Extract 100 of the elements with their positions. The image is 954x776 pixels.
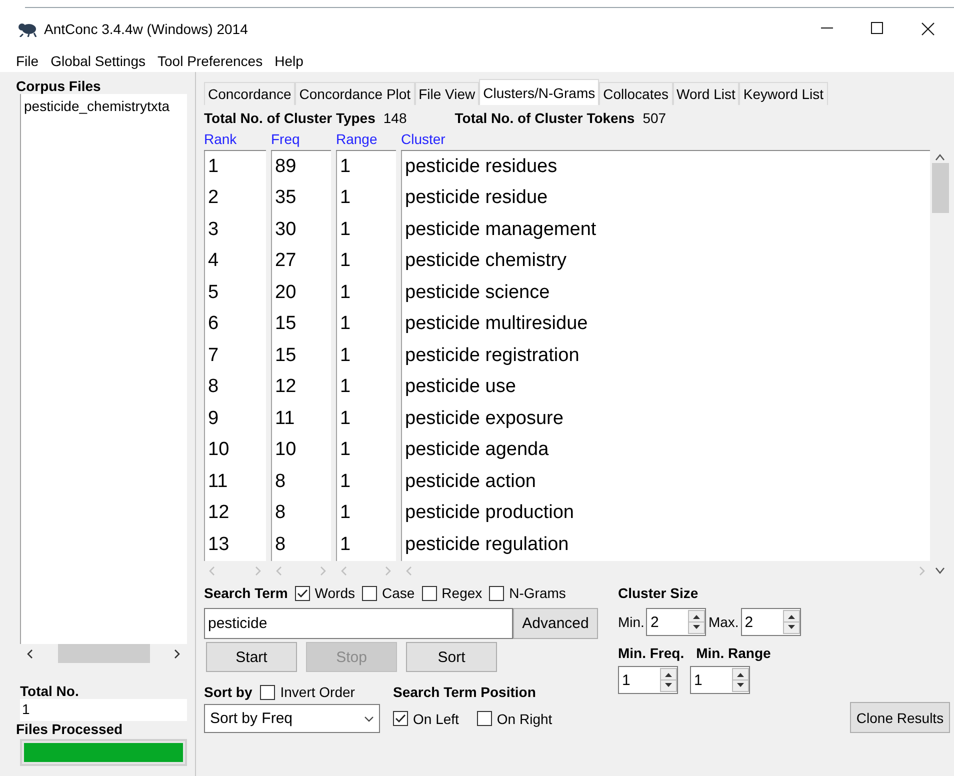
scrollbar-thumb[interactable] [932, 163, 948, 213]
tab[interactable]: File View [414, 82, 480, 105]
table-cell-text: 8 [274, 532, 287, 557]
table-cell-text: pesticide registration [404, 344, 580, 368]
spinner-arrows-icon[interactable] [732, 668, 749, 692]
dropdown-caret-icon [364, 716, 374, 722]
table-cell-text: 1 [339, 375, 352, 400]
check-icon [296, 588, 308, 598]
sort-dropdown[interactable]: Sort by Freq [204, 704, 380, 733]
checkbox[interactable] [362, 586, 377, 600]
menu-item[interactable]: File [16, 52, 39, 68]
checkbox-label[interactable]: On Left [413, 710, 459, 726]
summary-value: 148 [383, 110, 407, 126]
table-cell-text: 20 [274, 280, 298, 305]
spinner-arrows-icon[interactable] [660, 668, 677, 692]
menu-item[interactable]: Global Settings [50, 52, 146, 68]
number-spinner[interactable]: 1 [690, 666, 750, 694]
advanced-button[interactable]: Advanced [513, 608, 598, 639]
section-label: Min. Freq. [618, 645, 684, 661]
checkbox-label[interactable]: On Right [496, 710, 552, 726]
tab[interactable]: Clusters/N-Grams [479, 79, 600, 105]
tab[interactable]: Concordance [204, 82, 296, 105]
panel-title: Corpus Files [16, 78, 102, 94]
scroll-down-icon[interactable] [935, 567, 945, 575]
menu-item[interactable]: Help [274, 52, 304, 68]
number-spinner[interactable]: 2 [646, 608, 706, 636]
table-cell-text: 1 [339, 532, 352, 557]
clone-results-button[interactable]: Clone Results [850, 702, 950, 733]
tab[interactable]: Concordance Plot [295, 82, 415, 105]
table-cell-text: 1 [207, 154, 220, 179]
table-cell-text: 9 [207, 406, 220, 431]
table-cell-text: pesticide residues [404, 154, 558, 179]
table-cell-text: 8 [274, 501, 287, 526]
checkbox-label[interactable]: Case [382, 585, 415, 601]
table-cell-text: 10 [274, 438, 298, 462]
table-cell-text: 1 [339, 501, 352, 526]
table-cell-text: 11 [274, 406, 296, 431]
maximize-icon[interactable] [871, 22, 883, 34]
table-cell-text: 1 [339, 280, 352, 305]
table-cell-text: 1 [339, 249, 352, 274]
checkbox[interactable] [393, 711, 408, 726]
table-cell-text: pesticide multiresidue [404, 312, 589, 336]
table-cell-text: 1 [339, 312, 352, 336]
spinner-label: Min. [618, 614, 644, 630]
checkbox[interactable] [476, 711, 492, 726]
section-label: Search Term [204, 585, 288, 601]
window-title: AntConc 3.4.4w (Windows) 2014 [44, 20, 248, 36]
checkbox[interactable] [422, 586, 437, 600]
table-cell-text: 2 [207, 186, 220, 210]
table-cell-text: 1 [339, 344, 352, 368]
checkbox[interactable] [489, 586, 504, 600]
spinner-arrows-icon[interactable] [688, 610, 706, 634]
table-cell-text: pesticide action [404, 470, 537, 494]
table-cell-text: 13 [207, 532, 230, 557]
table-cell-text: pesticide chemistry [404, 249, 568, 274]
scroll-right-icon[interactable] [173, 648, 181, 658]
table-cell-text: 35 [274, 186, 298, 210]
table-cell-text: 8 [207, 375, 220, 400]
table-cell-text: pesticide residue [404, 186, 549, 210]
tab[interactable]: Collocates [599, 82, 673, 105]
corpus-file-entry[interactable]: pesticide_chemistrytxta [24, 98, 184, 114]
checkbox-label[interactable]: N-Grams [509, 585, 566, 601]
table-cell-text: pesticide exposure [404, 406, 564, 431]
table-cell-text: 1 [339, 470, 352, 494]
checkbox-label[interactable]: Regex [442, 585, 482, 601]
action-button[interactable]: Sort [406, 642, 497, 672]
table-cell-text: pesticide regulation [404, 532, 570, 557]
checkbox[interactable] [294, 586, 310, 600]
table-cell-text: 89 [274, 154, 298, 179]
number-spinner[interactable]: 2 [740, 608, 801, 636]
total-label: Total No. [20, 683, 80, 699]
table-cell-text: 1 [339, 218, 352, 242]
section-label: Sort by [204, 684, 252, 700]
summary-value: 507 [642, 110, 666, 126]
checkbox[interactable] [260, 684, 276, 700]
tab[interactable]: Keyword List [739, 82, 828, 105]
table-cell-text: 1 [339, 438, 352, 462]
number-spinner[interactable]: 1 [618, 666, 678, 694]
checkbox-label[interactable]: Invert Order [280, 684, 355, 700]
ant-icon [17, 20, 37, 36]
table-cell-text: 4 [207, 249, 220, 274]
tab[interactable]: Word List [672, 82, 740, 105]
checkbox-label[interactable]: Words [314, 585, 355, 601]
spinner-arrows-icon[interactable] [782, 610, 800, 634]
scroll-up-icon[interactable] [935, 153, 945, 161]
table-cell-text: pesticide agenda [404, 438, 550, 462]
table-cell-text: 5 [207, 280, 220, 305]
section-label: Min. Range [696, 645, 771, 661]
scrollbar-thumb[interactable] [58, 644, 150, 663]
action-button[interactable]: Start [206, 642, 297, 672]
check-icon [395, 714, 406, 723]
search-field[interactable]: pesticide [204, 608, 513, 639]
table-cell-text: 11 [207, 470, 229, 494]
close-icon[interactable] [921, 22, 935, 36]
menu-item[interactable]: Tool Preferences [158, 52, 263, 68]
table-cell-text: pesticide production [404, 501, 575, 526]
scroll-left-icon[interactable] [26, 648, 34, 658]
table-cell-text: 7 [207, 344, 220, 368]
table-cell-text: pesticide science [404, 280, 551, 305]
spinner-label: Max. [708, 614, 739, 630]
